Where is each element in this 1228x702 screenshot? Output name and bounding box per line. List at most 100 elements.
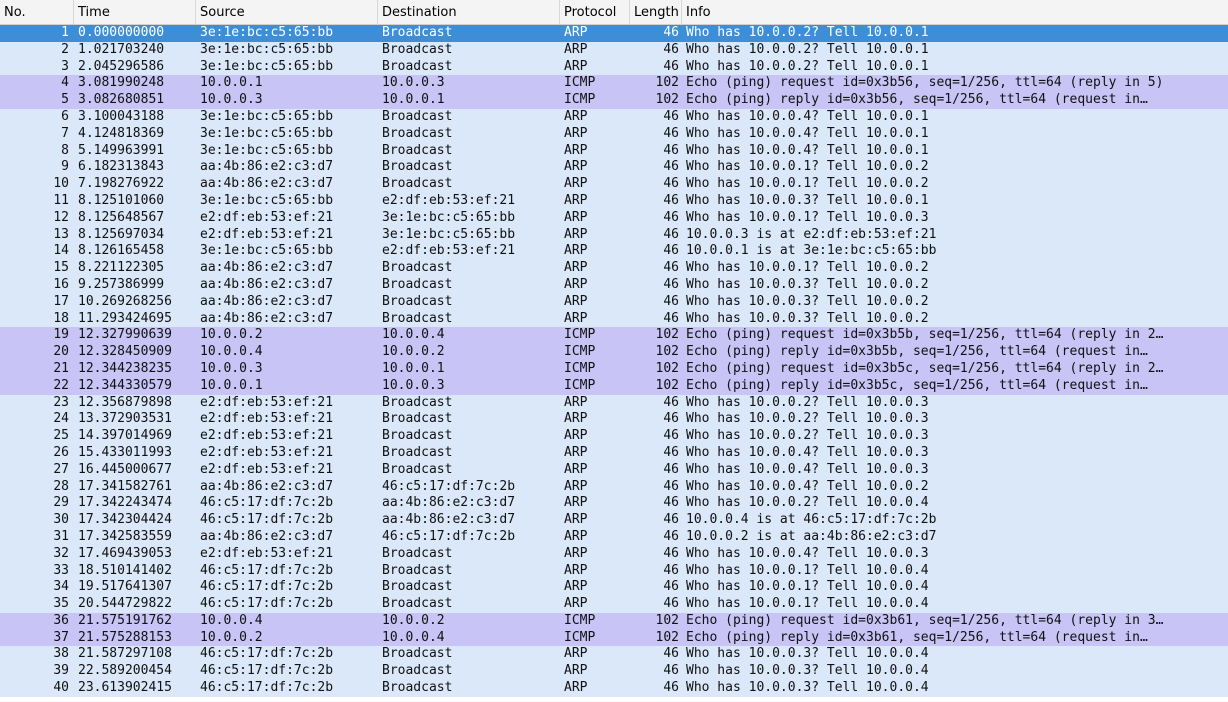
packet-row[interactable]: 33 18.510141402 46:c5:17:df:7c:2b Broadcast… [0, 562, 1228, 580]
packet-row[interactable]: 36 21.575191762 10.0.0.4 10.0.0.2 ICMP 102 Ech… [0, 612, 1228, 630]
packet-length: 46 [663, 394, 679, 410]
packet-row[interactable]: 1 0.000000000 3e:1e:bc:c5:65:bb Broadcast AR… [0, 25, 1228, 42]
packet-row[interactable]: 37 21.575288153 10.0.0.2 10.0.0.4 ICMP 102 Ech… [0, 629, 1228, 647]
packet-destination: Broadcast [382, 25, 453, 40]
packet-source: aa:4b:86:e2:c3:d7 [200, 159, 334, 175]
packet-source: e2:df:eb:53:ef:21 [200, 444, 334, 460]
packet-destination: Broadcast [382, 663, 453, 679]
packet-row[interactable]: 25 14.397014969 e2:df:eb:53:ef:21 Broadcast… [0, 428, 1228, 445]
packet-info: 10.0.0.1 is at 3e:1e:bc:c5:65:bb [686, 243, 937, 259]
packet-no: 27 [53, 461, 69, 477]
packet-time: 3.082680851 [78, 92, 165, 108]
packet-length: 46 [663, 209, 679, 225]
packet-row[interactable]: 9 6.182313843 aa:4b:86:e2:c3:d7 Broadcast AR… [0, 159, 1228, 177]
packet-row[interactable]: 5 3.082680851 10.0.0.3 10.0.0.1 ICMP 102 Echo … [0, 92, 1228, 109]
packet-protocol: ARP [564, 646, 588, 662]
packet-row[interactable]: 11 8.125101060 3e:1e:bc:c5:65:bb e2:df:eb:5… [0, 192, 1228, 210]
packet-no: 16 [53, 276, 69, 292]
column-header-source[interactable]: Source [196, 0, 378, 24]
packet-time: 11.293424695 [78, 310, 172, 326]
packet-info: 10.0.0.3 is at e2:df:eb:53:ef:21 [686, 226, 937, 242]
packet-source: aa:4b:86:e2:c3:d7 [200, 176, 334, 192]
packet-length: 102 [655, 327, 679, 343]
column-header-info[interactable]: Info [682, 0, 1228, 24]
column-header-protocol[interactable]: Protocol [560, 0, 630, 24]
packet-info: Who has 10.0.0.1? Tell 10.0.0.4 [686, 579, 929, 595]
packet-time: 13.372903531 [78, 411, 172, 427]
packet-source: 3e:1e:bc:c5:65:bb [200, 25, 334, 40]
packet-row[interactable]: 34 19.517641307 46:c5:17:df:7c:2b Broadcast… [0, 579, 1228, 597]
packet-time: 17.342583559 [78, 528, 172, 544]
packet-row[interactable]: 28 17.341582761 aa:4b:86:e2:c3:d7 46:c5:17:… [0, 478, 1228, 496]
packet-row[interactable]: 40 23.613902415 46:c5:17:df:7c:2b Broadcast… [0, 680, 1228, 697]
packet-destination: Broadcast [382, 58, 453, 74]
packet-row[interactable]: 17 10.269268256 aa:4b:86:e2:c3:d7 Broadcast… [0, 293, 1228, 311]
packet-row[interactable]: 30 17.342304424 46:c5:17:df:7c:2b aa:4b:86:… [0, 512, 1228, 529]
packet-source: 3e:1e:bc:c5:65:bb [200, 125, 334, 141]
packet-row[interactable]: 23 12.356879898 e2:df:eb:53:ef:21 Broadcast… [0, 394, 1228, 412]
packet-time: 8.125101060 [78, 192, 165, 208]
packet-row[interactable]: 12 8.125648567 e2:df:eb:53:ef:21 3e:1e:bc:c… [0, 209, 1228, 227]
packet-length: 102 [655, 629, 679, 645]
column-header-no[interactable]: No. [0, 0, 74, 24]
packet-info: Who has 10.0.0.4? Tell 10.0.0.3 [686, 461, 929, 477]
packet-length: 102 [655, 75, 679, 91]
packet-destination: 10.0.0.1 [382, 92, 445, 108]
packet-row[interactable]: 32 17.469439053 e2:df:eb:53:ef:21 Broadcast… [0, 545, 1228, 563]
packet-row[interactable]: 39 22.589200454 46:c5:17:df:7c:2b Broadcast… [0, 663, 1228, 681]
packet-length: 46 [663, 108, 679, 124]
packet-length: 46 [663, 461, 679, 477]
packet-row[interactable]: 38 21.587297108 46:c5:17:df:7c:2b Broadcast… [0, 646, 1228, 664]
packet-info: Who has 10.0.0.2? Tell 10.0.0.1 [686, 41, 929, 57]
packet-list[interactable]: No. Time Source Destination Protocol Len… [0, 0, 1228, 702]
column-header-destination[interactable]: Destination [378, 0, 560, 24]
packet-row[interactable]: 14 8.126165458 3e:1e:bc:c5:65:bb e2:df:eb:5… [0, 243, 1228, 261]
packet-row[interactable]: 24 13.372903531 e2:df:eb:53:ef:21 Broadcast… [0, 411, 1228, 429]
packet-row[interactable]: 8 5.149963991 3e:1e:bc:c5:65:bb Broadcast AR… [0, 142, 1228, 160]
packet-row[interactable]: 22 12.344330579 10.0.0.1 10.0.0.3 ICMP 102 Ech… [0, 377, 1228, 395]
packet-row[interactable]: 13 8.125697034 e2:df:eb:53:ef:21 3e:1e:bc:c… [0, 226, 1228, 244]
packet-destination: Broadcast [382, 276, 453, 292]
packet-source: e2:df:eb:53:ef:21 [200, 394, 334, 410]
packet-row[interactable]: 2 1.021703240 3e:1e:bc:c5:65:bb Broadcast AR… [0, 41, 1228, 59]
packet-info: Who has 10.0.0.2? Tell 10.0.0.1 [686, 25, 929, 40]
packet-row[interactable]: 31 17.342583559 aa:4b:86:e2:c3:d7 46:c5:17:… [0, 528, 1228, 546]
packet-info: Who has 10.0.0.1? Tell 10.0.0.2 [686, 176, 929, 192]
packet-row[interactable]: 35 20.544729822 46:c5:17:df:7c:2b Broadcast… [0, 596, 1228, 613]
packet-length: 46 [663, 260, 679, 276]
packet-no: 12 [53, 209, 69, 225]
packet-no: 6 [61, 108, 69, 124]
packet-length: 46 [663, 58, 679, 74]
packet-row[interactable]: 29 17.342243474 46:c5:17:df:7c:2b aa:4b:86:… [0, 495, 1228, 513]
packet-row[interactable]: 10 7.198276922 aa:4b:86:e2:c3:d7 Broadcast A… [0, 176, 1228, 193]
packet-length: 46 [663, 579, 679, 595]
column-header-length[interactable]: Length [630, 0, 682, 24]
packet-row[interactable]: 21 12.344238235 10.0.0.3 10.0.0.1 ICMP 102 Ech… [0, 360, 1228, 378]
packet-length: 46 [663, 663, 679, 679]
packet-row[interactable]: 27 16.445000677 e2:df:eb:53:ef:21 Broadcast… [0, 461, 1228, 479]
packet-row[interactable]: 20 12.328450909 10.0.0.4 10.0.0.2 ICMP 102 Ech… [0, 344, 1228, 361]
packet-protocol: ARP [564, 125, 588, 141]
column-header-time[interactable]: Time [74, 0, 196, 24]
packet-no: 1 [61, 25, 69, 40]
packet-row[interactable]: 15 8.221122305 aa:4b:86:e2:c3:d7 Broadcast A… [0, 260, 1228, 277]
packet-row[interactable]: 6 3.100043188 3e:1e:bc:c5:65:bb Broadcast AR… [0, 108, 1228, 126]
packet-row[interactable]: 4 3.081990248 10.0.0.1 10.0.0.3 ICMP 102 Echo … [0, 75, 1228, 93]
packet-row[interactable]: 7 4.124818369 3e:1e:bc:c5:65:bb Broadcast AR… [0, 125, 1228, 143]
packet-no: 36 [53, 612, 69, 628]
packet-time: 0.000000000 [78, 25, 165, 40]
packet-row[interactable]: 18 11.293424695 aa:4b:86:e2:c3:d7 Broadcast… [0, 310, 1228, 328]
packet-length: 46 [663, 428, 679, 444]
packet-source: 3e:1e:bc:c5:65:bb [200, 192, 334, 208]
packet-row[interactable]: 3 2.045296586 3e:1e:bc:c5:65:bb Broadcast AR… [0, 58, 1228, 76]
packet-source: aa:4b:86:e2:c3:d7 [200, 310, 334, 326]
packet-row[interactable]: 26 15.433011993 e2:df:eb:53:ef:21 Broadcast… [0, 444, 1228, 462]
packet-destination: 10.0.0.2 [382, 344, 445, 360]
packet-info: Who has 10.0.0.1? Tell 10.0.0.2 [686, 260, 929, 276]
packet-destination: 10.0.0.4 [382, 629, 445, 645]
packet-length: 46 [663, 680, 679, 696]
packet-destination: Broadcast [382, 108, 453, 124]
packet-info: Who has 10.0.0.3? Tell 10.0.0.1 [686, 192, 929, 208]
packet-row[interactable]: 19 12.327990639 10.0.0.2 10.0.0.4 ICMP 102 Ech… [0, 327, 1228, 345]
packet-row[interactable]: 16 9.257386999 aa:4b:86:e2:c3:d7 Broadcast A… [0, 276, 1228, 294]
